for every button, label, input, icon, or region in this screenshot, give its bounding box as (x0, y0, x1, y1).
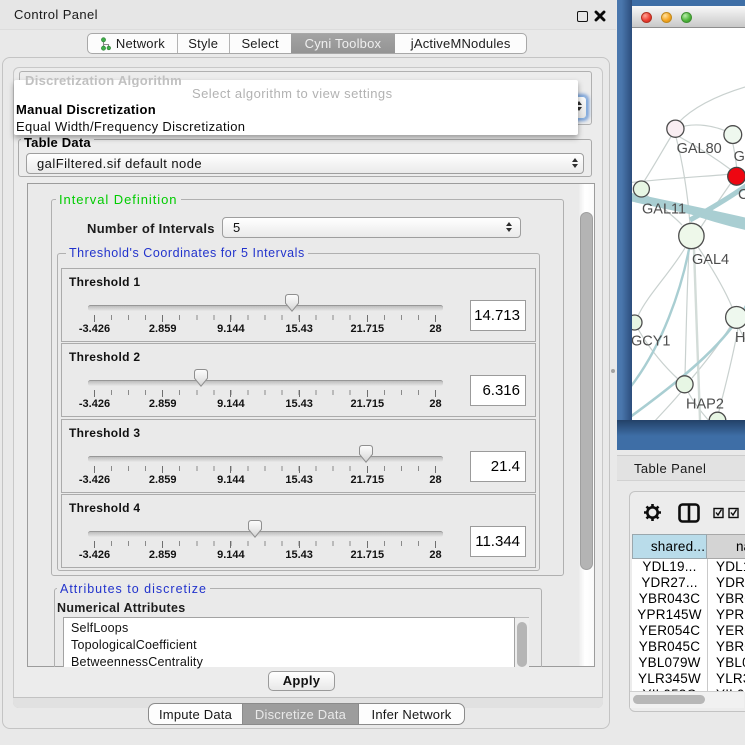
svg-text:GCY1: GCY1 (632, 334, 671, 350)
svg-text:GAL4: GAL4 (692, 252, 729, 268)
svg-text:G...: G... (734, 149, 745, 165)
svg-text:C...: C... (738, 187, 745, 203)
svg-text:HAP2: HAP2 (686, 397, 724, 413)
svg-text:H...: H... (735, 330, 745, 346)
svg-text:GAL80: GAL80 (677, 141, 722, 157)
svg-text:GAL11: GAL11 (642, 202, 686, 218)
